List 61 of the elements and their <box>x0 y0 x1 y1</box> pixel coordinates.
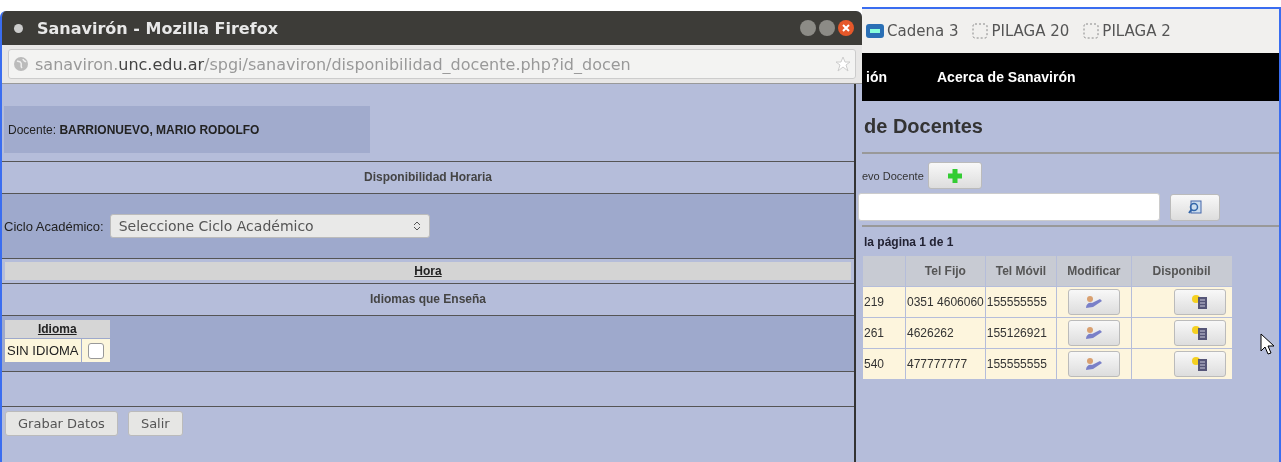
window-title: Sanavirón - Mozilla Firefox <box>37 18 279 38</box>
cursor-icon <box>1260 333 1276 355</box>
person-pencil-icon <box>1083 295 1104 309</box>
ciclo-select[interactable]: Seleccione Ciclo Académico <box>109 214 430 238</box>
availability-button[interactable] <box>1173 320 1226 346</box>
window-menu-icon[interactable] <box>14 23 23 33</box>
bookmark[interactable]: Cadena 3 <box>866 22 959 40</box>
column-header: Tel Fijo <box>906 256 985 286</box>
sun-calendar-icon <box>1190 325 1209 341</box>
edit-button[interactable] <box>1067 289 1120 315</box>
table-cell: 155555555 <box>985 287 1057 317</box>
save-button[interactable]: Grabar Datos <box>5 411 118 436</box>
table-cell: 477777777 <box>906 349 985 379</box>
column-header: Modificar <box>1057 256 1131 286</box>
exit-button[interactable]: Salir <box>127 411 183 436</box>
globe-icon <box>13 56 29 72</box>
blank-page-icon <box>1083 23 1100 39</box>
table-cell: 540 <box>863 349 905 379</box>
docente-label: Docente: BARRIONUEVO, MARIO RODOLFO <box>4 106 370 153</box>
address-field[interactable]: sanaviron.unc.edu.ar/spgi/sanaviron/disponibilidad_docente.php?id_docen <box>8 49 856 79</box>
edit-button[interactable] <box>1067 351 1120 377</box>
bookmark[interactable]: PILAGA 2 <box>1083 22 1171 40</box>
person-pencil-icon <box>1083 326 1104 340</box>
table-cell: 0351 4606060 <box>906 287 985 317</box>
url-text: sanaviron.unc.edu.ar/spgi/sanaviron/disponibilidad_docente.php?id_docen <box>35 54 632 74</box>
availability-button[interactable] <box>1173 351 1226 377</box>
column-header: Idioma <box>5 320 110 338</box>
pagination-text: la página 1 de 1 <box>863 234 955 251</box>
table-cell: 4626262 <box>906 318 985 348</box>
minimize-button[interactable] <box>800 20 816 36</box>
table-cell: 261 <box>863 318 905 348</box>
updown-arrows-icon <box>412 220 421 232</box>
menu-item[interactable]: Acerca de Sanavirón <box>937 69 1076 85</box>
sun-calendar-icon <box>1190 294 1209 310</box>
sun-calendar-icon <box>1190 356 1209 372</box>
bookmark[interactable]: PILAGA 20 <box>972 22 1070 40</box>
table-cell: 219 <box>863 287 905 317</box>
blank-page-icon <box>972 23 989 39</box>
search-field[interactable] <box>858 193 1160 221</box>
column-header: Disponibil <box>1131 256 1232 286</box>
search-button[interactable] <box>1170 193 1220 221</box>
availability-button[interactable] <box>1173 289 1226 315</box>
search-icon <box>1187 199 1203 215</box>
ciclo-label: Ciclo Académico: <box>4 218 104 234</box>
table-cell: 155555555 <box>985 349 1057 379</box>
close-button[interactable] <box>838 20 854 36</box>
checkbox[interactable] <box>87 342 104 359</box>
menu-item[interactable]: ión <box>866 69 887 85</box>
close-icon <box>841 23 851 33</box>
plus-icon <box>945 166 964 185</box>
star-icon[interactable] <box>835 56 851 72</box>
page-heading: de Docentes <box>862 101 1279 154</box>
table-cell: 155126921 <box>985 318 1057 348</box>
column-header: Hora <box>5 262 851 280</box>
person-pencil-icon <box>1083 357 1104 371</box>
table-cell: SIN IDIOMA <box>5 339 81 362</box>
column-header: Tel Móvil <box>985 256 1057 286</box>
edit-button[interactable] <box>1067 320 1120 346</box>
logo-icon <box>866 23 884 39</box>
new-docente-label: evo Docente <box>862 169 924 182</box>
add-button[interactable] <box>927 162 982 189</box>
